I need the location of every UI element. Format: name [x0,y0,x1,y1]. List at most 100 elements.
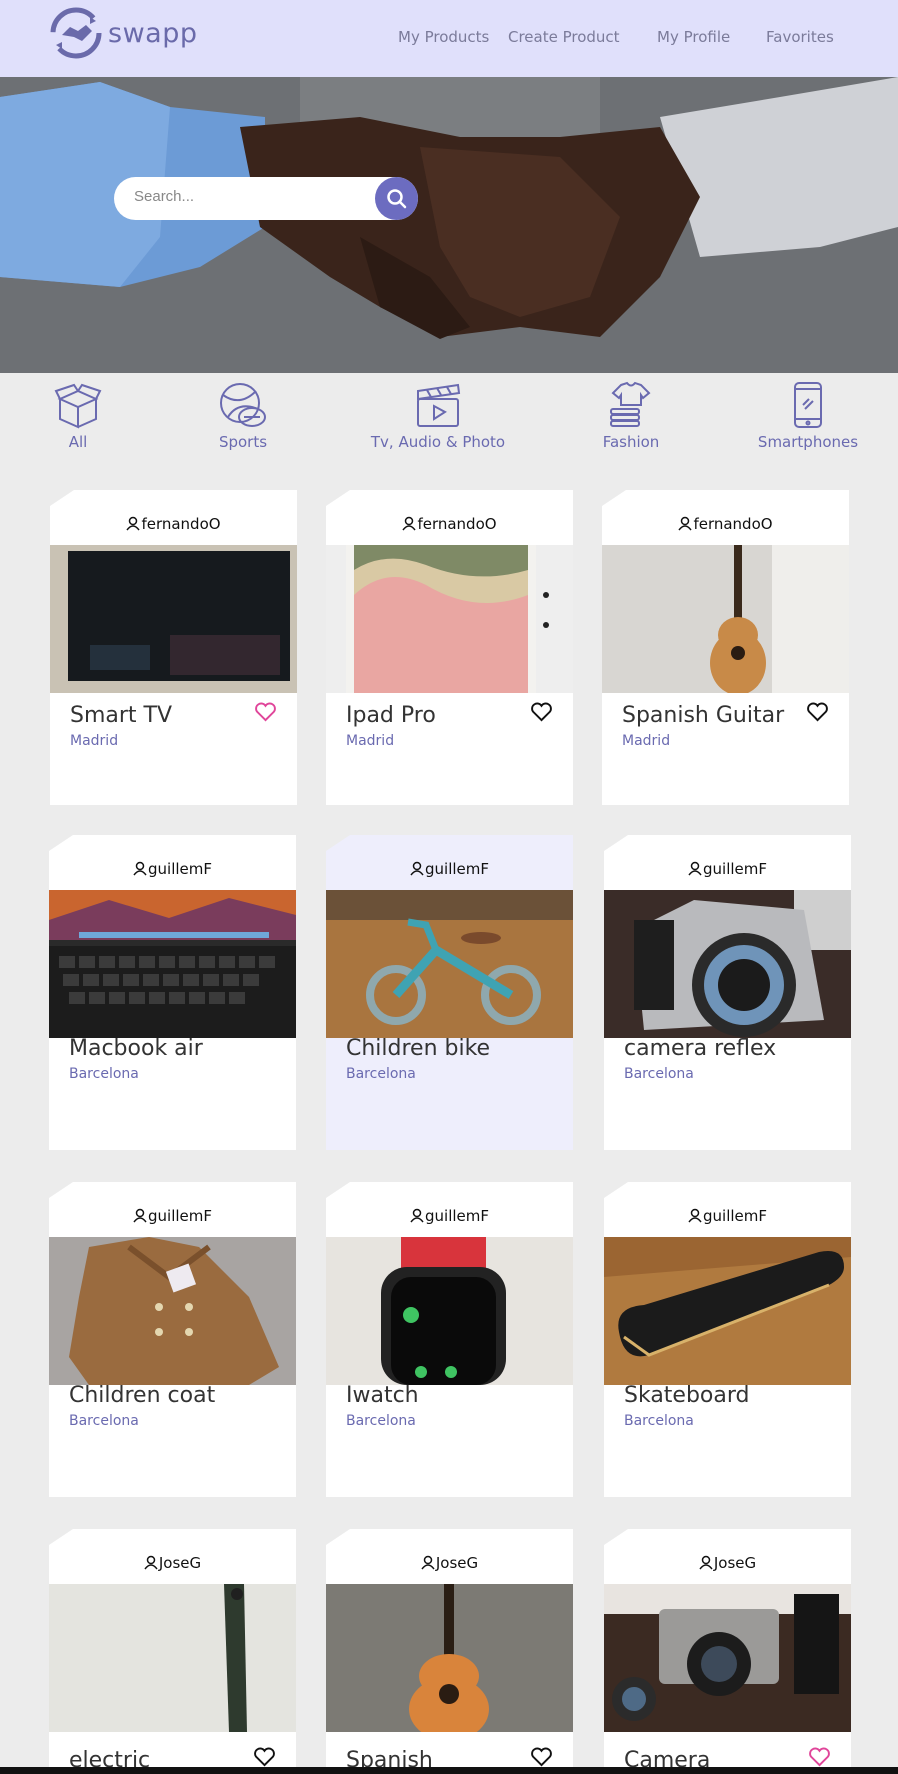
product-card[interactable]: fernandoO Ipad Pro Madrid [326,490,573,805]
product-image[interactable] [326,1584,573,1732]
product-city: Barcelona [69,1066,139,1082]
product-image[interactable] [50,545,297,693]
card-owner: guillemF [326,1207,573,1225]
user-icon [678,516,693,531]
product-card[interactable]: guillemF Skateboard Barcelona [604,1182,851,1497]
user-icon [144,1555,158,1570]
product-image[interactable] [326,545,573,693]
heart-icon [531,1747,552,1767]
product-city: Madrid [346,733,395,749]
top-navbar: swapp My Products Create Product My Prof… [0,0,898,77]
category-label: Fashion [602,433,660,451]
category-sports[interactable]: Sports [173,381,313,451]
favorite-button[interactable] [253,1747,276,1767]
swapp-logo[interactable]: swapp [50,7,197,59]
search-button[interactable] [375,177,418,220]
card-owner: guillemF [326,860,573,878]
category-tv-audio-photo[interactable]: Tv, Audio & Photo [368,381,508,451]
clapperboard-icon [417,383,461,427]
product-card[interactable]: guillemF camera reflex Barcelona [604,835,851,1150]
card-username: JoseG [158,1554,202,1572]
category-fashion[interactable]: Fashion [561,381,701,451]
logo-text: swapp [108,17,198,49]
product-card[interactable]: JoseG electric [49,1529,296,1774]
card-owner: guillemF [49,860,296,878]
nav-favorites[interactable]: Favorites [766,28,834,46]
product-title-block: Children bike Barcelona [346,1035,516,1083]
bottom-edge [0,1767,898,1774]
product-title: Children bike [346,1036,491,1061]
heart-icon [254,1747,275,1767]
product-city: Madrid [622,733,671,749]
zenit-camera-photo [604,1584,851,1732]
product-title: camera reflex [624,1036,777,1061]
nav-create-product[interactable]: Create Product [508,28,620,46]
card-owner: JoseG [604,1554,851,1572]
product-card[interactable]: guillemF Macbook air Barcelona [49,835,296,1150]
product-city: Barcelona [624,1066,694,1082]
user-icon [133,861,147,876]
product-title-block: Ipad Pro Madrid [346,702,516,750]
product-title: Smart TV [70,703,173,728]
card-owner: fernandoO [50,515,297,533]
category-label: All [68,433,88,451]
product-title-block: Skateboard Barcelona [624,1382,794,1430]
product-title: Ipad Pro [346,703,436,728]
coat-photo [49,1237,296,1385]
search-bar [114,177,418,220]
nav-my-profile[interactable]: My Profile [657,28,730,46]
product-card[interactable]: JoseG Camera [604,1529,851,1774]
card-username: guillemF [703,1207,767,1225]
card-owner: fernandoO [602,515,849,533]
hero-banner [0,77,898,373]
card-owner: guillemF [604,860,851,878]
product-city: Barcelona [624,1413,694,1429]
user-icon [410,861,424,876]
skateboard-photo [604,1237,851,1385]
product-title-block: Spanish Guitar Madrid [622,702,792,750]
product-card[interactable]: guillemF Iwatch Barcelona [326,1182,573,1497]
product-image[interactable] [604,1584,851,1732]
product-image[interactable] [49,1584,296,1732]
handshake-logo-icon [50,7,102,59]
favorite-button[interactable] [808,1747,831,1767]
favorite-button[interactable] [530,702,553,722]
product-image[interactable] [602,545,849,693]
product-image[interactable] [49,1237,296,1385]
product-image[interactable] [49,890,296,1038]
favorite-button[interactable] [254,702,277,722]
nav-my-products[interactable]: My Products [398,28,489,46]
product-image[interactable] [326,1237,573,1385]
card-username: guillemF [425,860,489,878]
macbook-photo [49,890,296,1038]
ipad-photo [326,545,573,693]
user-icon [410,1208,424,1223]
user-icon [699,1555,713,1570]
category-all[interactable]: All [8,381,148,451]
product-card[interactable]: guillemF Children coat Barcelona [49,1182,296,1497]
user-icon [688,861,702,876]
product-card[interactable]: JoseG Spanish [326,1529,573,1774]
card-owner: guillemF [49,1207,296,1225]
product-card[interactable]: guillemF Children bike Barcelona [326,835,573,1150]
product-image[interactable] [604,890,851,1038]
favorite-button[interactable] [806,702,829,722]
clothes-icon [610,381,651,427]
favorite-button[interactable] [530,1747,553,1767]
card-username: guillemF [148,860,212,878]
card-owner: JoseG [326,1554,573,1572]
heart-icon [807,702,828,722]
box-icon [54,383,102,429]
user-icon [402,516,417,531]
product-card[interactable]: fernandoO Smart TV Madrid [50,490,297,805]
product-card[interactable]: fernandoO Spanish Guitar Madrid [602,490,849,805]
search-input[interactable] [134,188,364,205]
product-title: Spanish Guitar [622,703,785,728]
category-label: Tv, Audio & Photo [370,433,506,451]
product-title: Skateboard [624,1383,750,1408]
product-image[interactable] [326,890,573,1038]
product-city: Barcelona [346,1066,416,1082]
product-city: Barcelona [69,1413,139,1429]
category-smartphones[interactable]: Smartphones [738,381,878,451]
product-image[interactable] [604,1237,851,1385]
